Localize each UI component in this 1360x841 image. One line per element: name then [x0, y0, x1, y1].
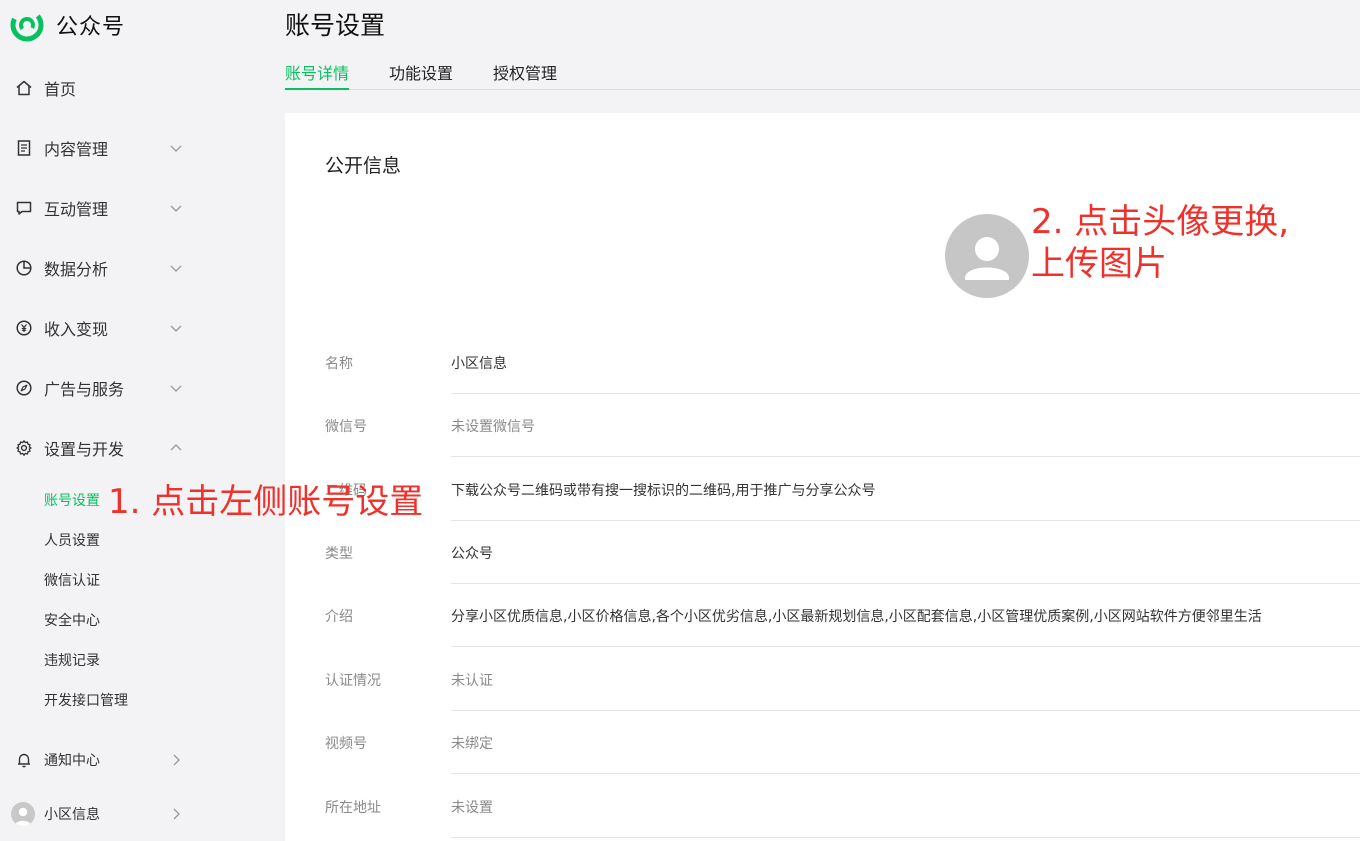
- row-value: 未设置: [451, 799, 493, 816]
- info-row-qrcode: 二维码 下载公众号二维码或带有搜一搜标识的二维码,用于推广与分享公众号: [285, 458, 1360, 521]
- info-row-wechat-id: 微信号 未设置微信号: [285, 394, 1360, 457]
- sidebar-subitem-wechat-verification[interactable]: 微信认证: [44, 570, 100, 592]
- user-avatar-icon: [965, 237, 1009, 280]
- sidebar-item-interaction[interactable]: 互动管理: [14, 193, 189, 223]
- sidebar-subitem-violation-records[interactable]: 违规记录: [44, 650, 100, 672]
- info-row-name: 名称 小区信息: [285, 331, 1360, 394]
- chevron-right-icon: [173, 808, 180, 820]
- row-value[interactable]: 下载公众号二维码或带有搜一搜标识的二维码,用于推广与分享公众号: [451, 480, 875, 500]
- chat-bubble-icon: [14, 198, 34, 218]
- row-label: 视频号: [325, 735, 367, 752]
- row-value: 公众号: [451, 545, 493, 562]
- sidebar-subitem-account-settings[interactable]: 账号设置: [44, 490, 100, 512]
- bell-icon: [14, 750, 34, 770]
- sidebar-item-label: 广告与服务: [44, 380, 125, 399]
- tab-account-details[interactable]: 账号详情: [285, 60, 350, 90]
- brand-name: 公众号: [56, 15, 126, 40]
- info-row-channels: 视频号 未绑定: [285, 711, 1360, 774]
- sidebar-item-label: 互动管理: [44, 200, 109, 219]
- row-divider: [451, 773, 1360, 774]
- row-label: 微信号: [325, 418, 367, 435]
- info-row-verification: 认证情况 未认证: [285, 648, 1360, 711]
- sidebar-item-home[interactable]: 首页: [14, 73, 189, 103]
- row-divider: [451, 837, 1360, 838]
- sidebar-subitem-security-center[interactable]: 安全中心: [44, 610, 100, 632]
- info-row-type: 类型 公众号: [285, 521, 1360, 584]
- row-label: 名称: [325, 355, 353, 372]
- avatar: [11, 802, 35, 826]
- row-value: 未认证: [451, 672, 493, 689]
- page-title: 账号设置: [285, 11, 386, 40]
- chevron-down-icon: [170, 145, 182, 152]
- sidebar-item-label: 设置与开发: [44, 440, 125, 459]
- sidebar-item-label: 收入变现: [44, 320, 109, 339]
- row-value: 未设置微信号: [451, 418, 535, 435]
- sidebar: 公众号 首页 内容管理 互动管理 数据分析 收入变现 广告与服务 设置与开发 账…: [0, 0, 285, 841]
- row-value: 分享小区优质信息,小区价格信息,各个小区优劣信息,小区最新规划信息,小区配套信息…: [451, 608, 1262, 625]
- row-label: 认证情况: [325, 672, 381, 689]
- annotation-step2-line2: 上传图片: [1031, 244, 1167, 284]
- row-divider: [451, 646, 1360, 647]
- chevron-down-icon: [170, 385, 182, 392]
- home-icon: [14, 78, 34, 98]
- sidebar-item-label: 数据分析: [44, 260, 109, 279]
- annotation-step2-line1: 2. 点击头像更换,: [1031, 202, 1290, 242]
- sidebar-item-label: 首页: [44, 80, 77, 99]
- row-divider: [451, 456, 1360, 457]
- info-row-intro: 介绍 分享小区优质信息,小区价格信息,各个小区优劣信息,小区最新规划信息,小区配…: [285, 584, 1360, 647]
- row-label: 类型: [325, 545, 353, 562]
- chevron-down-icon: [170, 265, 182, 272]
- document-icon: [14, 138, 34, 158]
- tab-feature-settings[interactable]: 功能设置: [389, 60, 453, 90]
- chevron-right-icon: [173, 754, 180, 766]
- sidebar-account-profile[interactable]: 小区信息: [11, 799, 189, 829]
- sidebar-subitem-developer-api[interactable]: 开发接口管理: [44, 690, 128, 712]
- row-value: 未绑定: [451, 735, 493, 752]
- pie-chart-icon: [14, 258, 34, 278]
- compass-icon: [14, 378, 34, 398]
- tab-bar: 账号详情 功能设置 授权管理: [285, 60, 1360, 90]
- row-label: 所在地址: [325, 799, 381, 816]
- sidebar-item-settings[interactable]: 设置与开发: [14, 433, 189, 463]
- sidebar-item-content[interactable]: 内容管理: [14, 133, 189, 163]
- chevron-down-icon: [170, 205, 182, 212]
- annotation-step2: 2. 点击头像更换, 上传图片: [1031, 201, 1289, 285]
- profile-avatar[interactable]: [945, 214, 1029, 298]
- chevron-up-icon: [170, 444, 182, 451]
- sidebar-item-notifications[interactable]: 通知中心: [14, 745, 189, 775]
- sidebar-item-label: 内容管理: [44, 140, 109, 159]
- sidebar-item-monetization[interactable]: 收入变现: [14, 313, 189, 343]
- row-label: 介绍: [325, 608, 353, 625]
- info-row-address: 所在地址 未设置: [285, 775, 1360, 838]
- wechat-official-account-logo-icon: [10, 8, 44, 42]
- chevron-down-icon: [170, 325, 182, 332]
- sidebar-item-ads[interactable]: 广告与服务: [14, 373, 189, 403]
- tab-authorization[interactable]: 授权管理: [493, 60, 557, 90]
- annotation-step1: 1. 点击左侧账号设置: [108, 482, 424, 522]
- sidebar-item-label: 通知中心: [44, 753, 100, 769]
- row-value: 小区信息: [451, 355, 507, 372]
- sidebar-item-analytics[interactable]: 数据分析: [14, 253, 189, 283]
- yen-circle-icon: [14, 318, 34, 338]
- section-title: 公开信息: [325, 155, 402, 177]
- brand[interactable]: 公众号: [10, 8, 125, 42]
- sidebar-subitem-staff-settings[interactable]: 人员设置: [44, 530, 100, 552]
- gear-icon: [14, 438, 34, 458]
- account-name: 小区信息: [44, 807, 100, 823]
- account-info-card: 公开信息 2. 点击头像更换, 上传图片 名称 小区信息 微信号 未设置 微信号 …: [285, 113, 1360, 841]
